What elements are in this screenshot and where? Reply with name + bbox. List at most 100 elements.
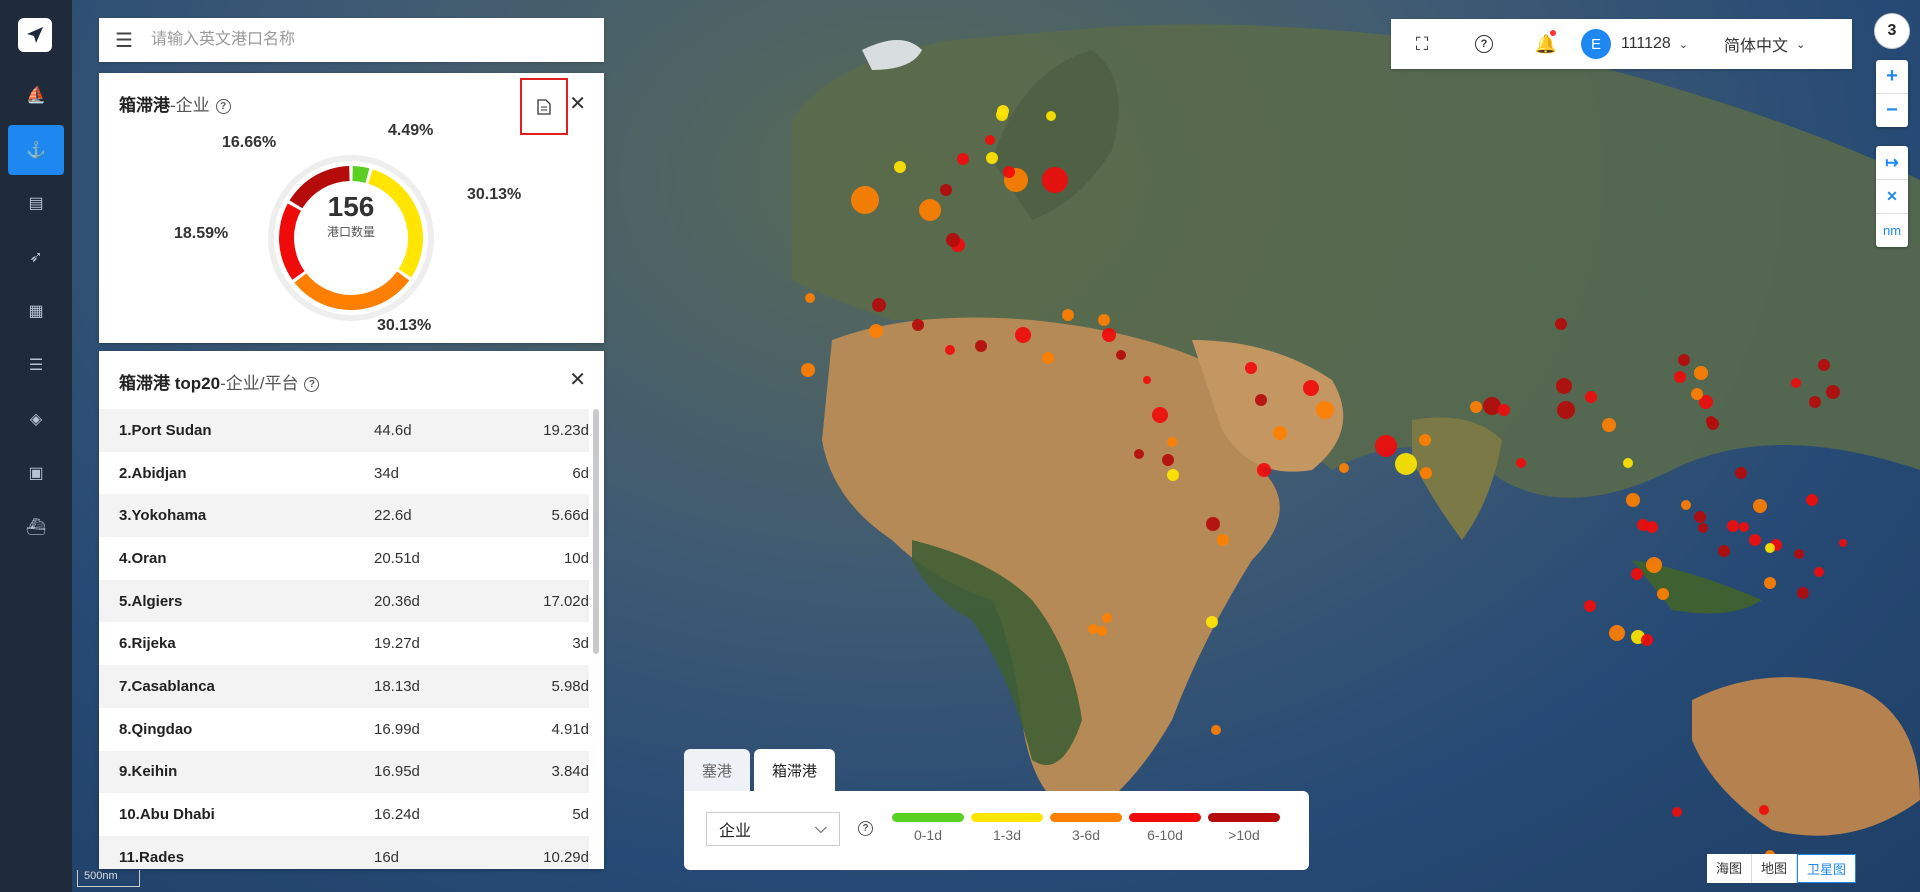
port-marker[interactable] <box>912 319 924 331</box>
port-marker[interactable] <box>1206 517 1220 531</box>
port-marker[interactable] <box>1839 539 1847 547</box>
port-marker[interactable] <box>805 293 815 303</box>
port-marker[interactable] <box>1797 587 1809 599</box>
port-marker[interactable] <box>1735 467 1747 479</box>
port-marker[interactable] <box>1646 557 1662 573</box>
port-marker[interactable] <box>1764 577 1776 589</box>
ship-nav-icon[interactable]: ⛵ <box>8 70 64 120</box>
port-marker[interactable] <box>945 345 955 355</box>
table-row[interactable]: 9.Keihin 16.95d 3.84d <box>99 750 589 794</box>
logo-icon[interactable] <box>18 18 52 52</box>
port-marker[interactable] <box>1809 396 1821 408</box>
distance-unit-button[interactable]: nm <box>1876 213 1908 247</box>
port-marker[interactable] <box>1753 499 1767 513</box>
port-marker[interactable] <box>1646 521 1658 533</box>
port-marker[interactable] <box>1657 588 1669 600</box>
close-icon[interactable]: ✕ <box>569 91 586 116</box>
vessel-nav-icon[interactable]: ⛴ <box>8 502 64 552</box>
port-marker[interactable] <box>1134 449 1144 459</box>
port-marker[interactable] <box>1211 725 1221 735</box>
port-marker[interactable] <box>1375 435 1397 457</box>
table-row[interactable]: 1.Port Sudan 44.6d 19.23d <box>99 409 589 452</box>
port-marker[interactable] <box>1143 376 1151 384</box>
port-marker[interactable] <box>997 105 1009 117</box>
table-row[interactable]: 6.Rijeka 19.27d 3d <box>99 622 589 665</box>
box-nav-icon[interactable]: ◈ <box>8 394 64 444</box>
user-id[interactable]: 111128 <box>1621 35 1671 53</box>
port-marker[interactable] <box>1641 634 1653 646</box>
port-marker[interactable] <box>1727 520 1739 532</box>
port-marker[interactable] <box>1626 493 1640 507</box>
port-search-input[interactable] <box>149 30 573 50</box>
port-marker[interactable] <box>1806 494 1818 506</box>
port-marker[interactable] <box>1102 328 1116 342</box>
port-marker[interactable] <box>1116 350 1126 360</box>
port-marker[interactable] <box>985 135 995 145</box>
port-marker[interactable] <box>1814 567 1824 577</box>
bell-icon[interactable]: 🔔 <box>1515 29 1577 55</box>
port-marker[interactable] <box>1749 534 1761 546</box>
anchor-nav-icon[interactable]: ⚓ <box>8 125 64 175</box>
port-marker[interactable] <box>894 161 906 173</box>
port-marker[interactable] <box>1584 600 1596 612</box>
port-marker[interactable] <box>1470 401 1482 413</box>
layer-count-badge[interactable]: 3 <box>1874 13 1910 49</box>
measure-distance-icon[interactable]: ↦ <box>1876 146 1908 179</box>
port-marker[interactable] <box>975 340 987 352</box>
port-marker[interactable] <box>1706 416 1716 426</box>
port-marker[interactable] <box>1167 469 1179 481</box>
port-marker[interactable] <box>940 184 952 196</box>
table-row[interactable]: 10.Abu Dhabi 16.24d 5d <box>99 793 589 836</box>
port-marker[interactable] <box>1098 314 1110 326</box>
port-marker[interactable] <box>1623 458 1633 468</box>
port-marker[interactable] <box>1245 362 1257 374</box>
port-marker[interactable] <box>1585 391 1597 403</box>
table-row[interactable]: 7.Casablanca 18.13d 5.98d <box>99 665 589 708</box>
avatar[interactable]: E <box>1581 29 1611 59</box>
port-marker[interactable] <box>1042 352 1054 364</box>
list-nav-icon[interactable]: ▤ <box>8 178 64 228</box>
port-marker[interactable] <box>1759 805 1769 815</box>
menu-icon[interactable]: ☰ <box>99 28 149 53</box>
port-marker[interactable] <box>1273 426 1287 440</box>
port-marker[interactable] <box>1765 543 1775 553</box>
port-marker[interactable] <box>801 363 815 377</box>
port-marker[interactable] <box>1046 111 1056 121</box>
clear-measure-icon[interactable]: ✕ <box>1876 179 1908 213</box>
language-select[interactable]: 简体中文 <box>1724 32 1788 56</box>
port-marker[interactable] <box>1681 500 1691 510</box>
port-marker[interactable] <box>1672 807 1682 817</box>
table-row[interactable]: 2.Abidjan 34d 6d <box>99 452 589 495</box>
map-type-chart[interactable]: 海图 <box>1707 854 1753 883</box>
zoom-out-button[interactable]: − <box>1876 93 1908 127</box>
port-marker[interactable] <box>1167 437 1177 447</box>
tab-container-dwell[interactable]: 箱滞港 <box>754 749 836 791</box>
port-marker[interactable] <box>946 233 960 247</box>
port-marker[interactable] <box>1694 366 1708 380</box>
close-icon[interactable]: ✕ <box>569 367 586 392</box>
port-marker[interactable] <box>1042 167 1068 193</box>
port-marker[interactable] <box>1826 385 1840 399</box>
help-icon[interactable]: ? <box>304 377 320 393</box>
port-marker[interactable] <box>957 153 969 165</box>
zoom-in-button[interactable]: + <box>1876 60 1908 93</box>
port-marker[interactable] <box>1015 327 1031 343</box>
table-row[interactable]: 3.Yokohama 22.6d 5.66d <box>99 494 589 538</box>
port-marker[interactable] <box>1557 401 1575 419</box>
port-marker[interactable] <box>1162 454 1174 466</box>
list-scrollbar[interactable] <box>593 409 599 654</box>
port-marker[interactable] <box>1631 568 1643 580</box>
help-icon[interactable]: ? <box>858 821 873 836</box>
map-type-satellite[interactable]: 卫星图 <box>1797 854 1857 883</box>
table-row[interactable]: 4.Oran 20.51d 10d <box>99 537 589 580</box>
route-nav-icon[interactable]: ➶ <box>8 232 64 282</box>
port-marker[interactable] <box>1516 458 1526 468</box>
port-marker[interactable] <box>1419 434 1431 446</box>
help-circle-icon[interactable]: ? <box>1453 35 1515 53</box>
port-marker[interactable] <box>1794 549 1804 559</box>
port-marker[interactable] <box>1791 378 1801 388</box>
port-marker[interactable] <box>1255 394 1267 406</box>
table-row[interactable]: 8.Qingdao 16.99d 4.91d <box>99 708 589 751</box>
port-marker[interactable] <box>1303 380 1319 396</box>
port-marker[interactable] <box>919 199 941 221</box>
